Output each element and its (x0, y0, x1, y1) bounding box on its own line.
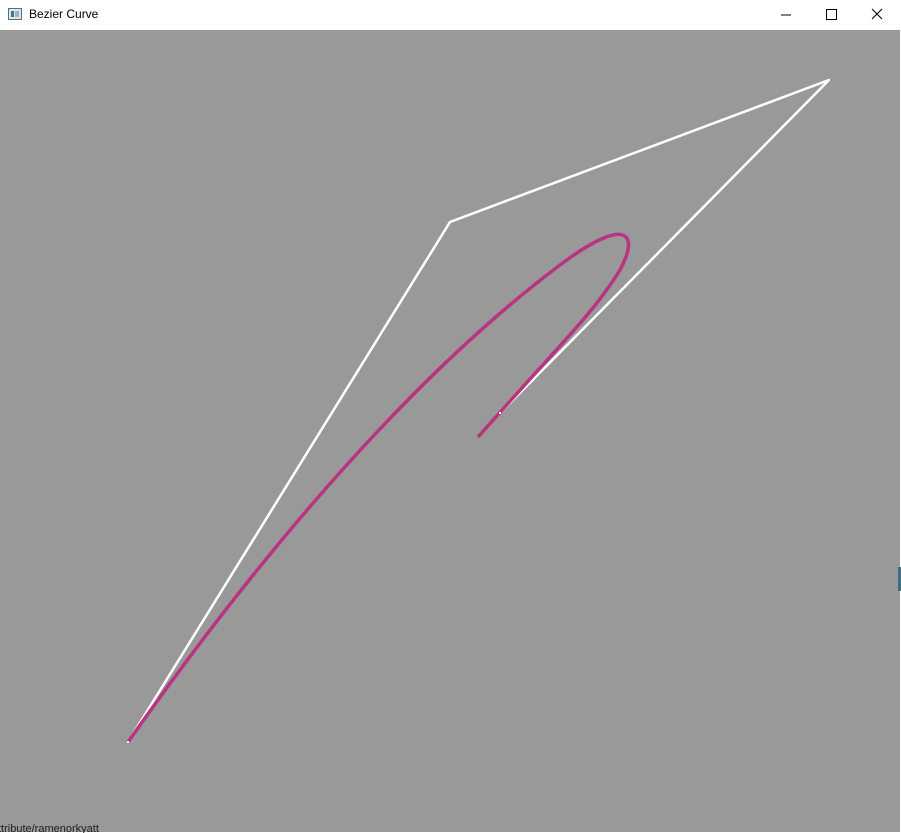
maximize-button[interactable] (809, 0, 855, 30)
control-point[interactable] (449, 221, 451, 223)
app-window: Bezier Curve ttribute/ramenorkyatt (0, 0, 901, 833)
close-button[interactable] (855, 0, 901, 30)
control-point[interactable] (828, 79, 830, 81)
bezier-curve (126, 232, 631, 744)
background-console-text: ttribute/ramenorkyatt (0, 823, 99, 833)
minimize-icon (781, 14, 791, 16)
maximize-icon (826, 9, 837, 20)
minimize-button[interactable] (763, 0, 809, 30)
window-title: Bezier Curve (29, 7, 99, 21)
control-point[interactable] (127, 741, 129, 743)
control-polygon (126, 78, 830, 743)
app-window-icon (8, 8, 22, 20)
bezier-drawing (126, 78, 830, 744)
close-icon (871, 8, 883, 20)
title-bar[interactable]: Bezier Curve (0, 0, 901, 30)
drawing-canvas[interactable] (0, 30, 900, 832)
control-point[interactable] (499, 412, 501, 414)
